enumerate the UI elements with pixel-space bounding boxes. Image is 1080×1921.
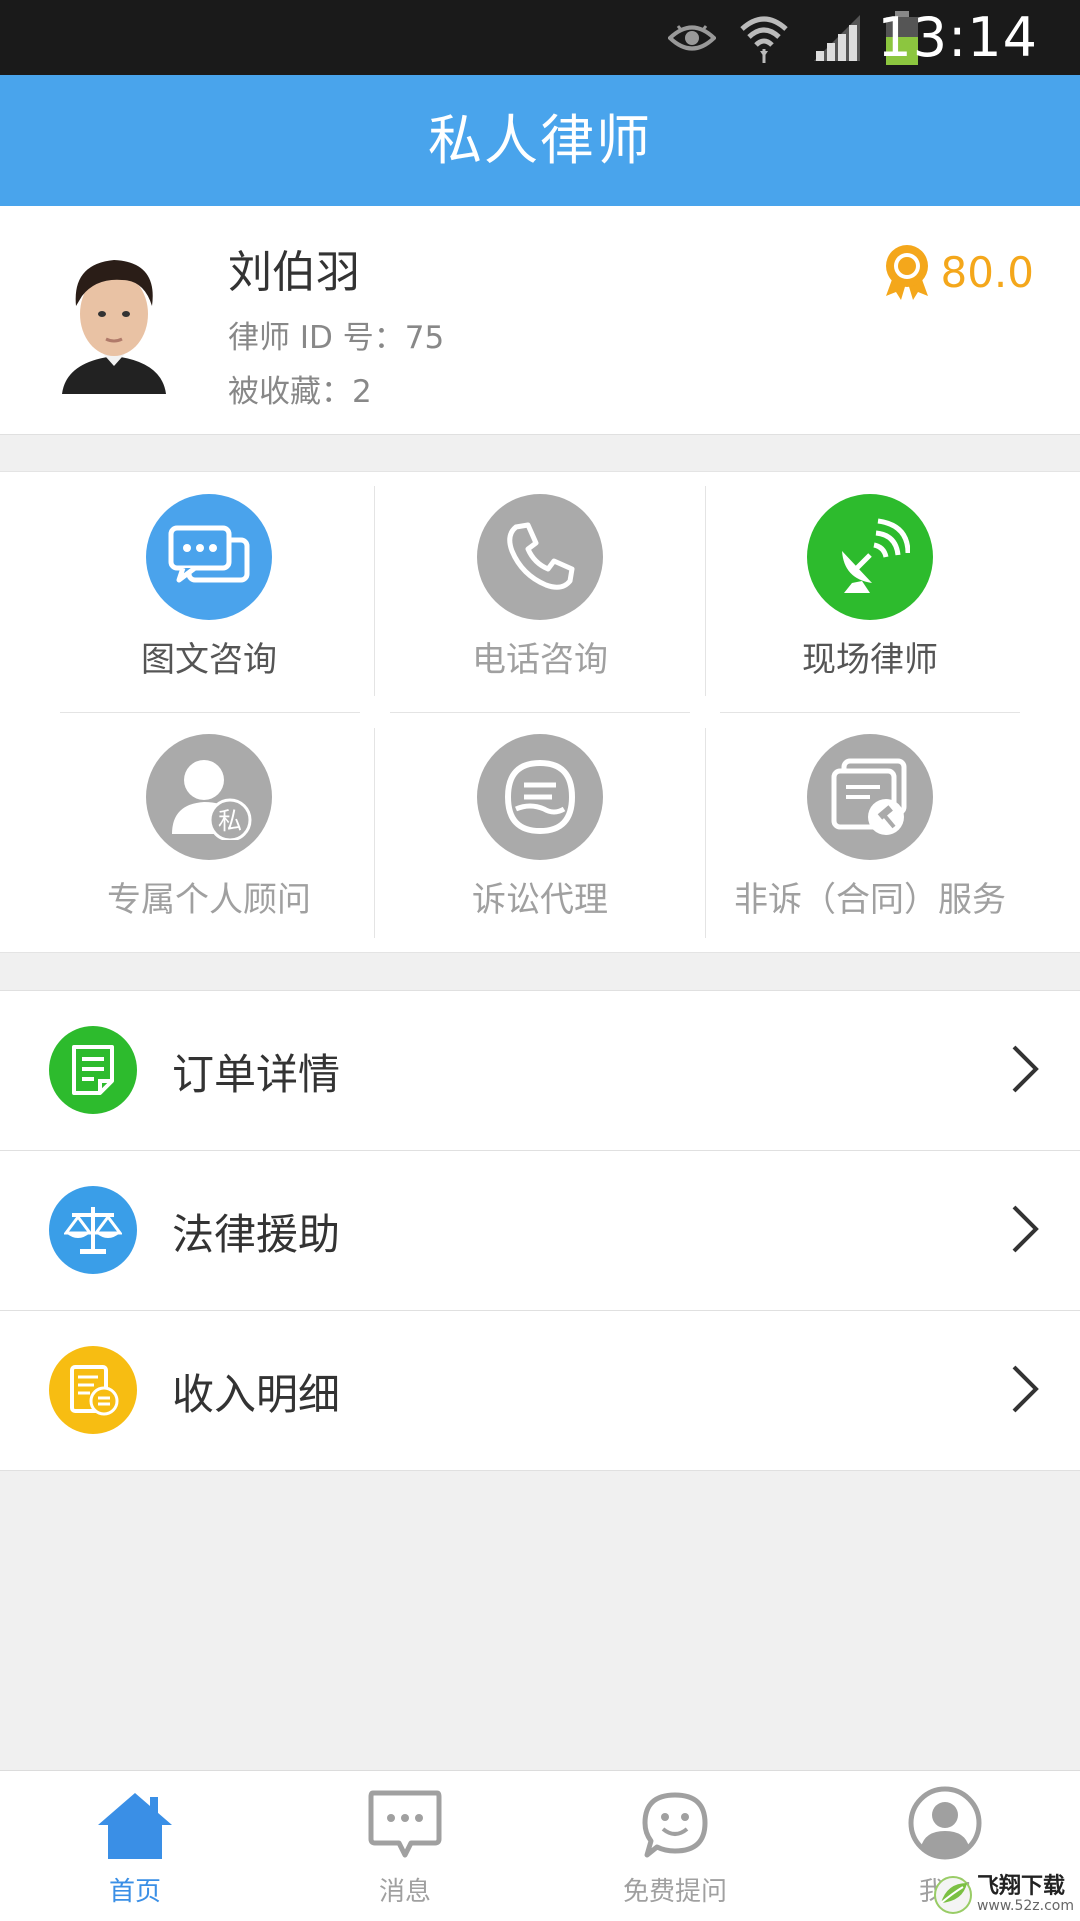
leaf-logo-icon bbox=[933, 1876, 972, 1914]
menu-label: 订单详情 bbox=[172, 1050, 341, 1099]
favorites-count: 被收藏：2 bbox=[228, 374, 372, 410]
message-icon bbox=[270, 1771, 540, 1861]
status-bar: 13:14 bbox=[0, 0, 1080, 75]
smile-chat-icon bbox=[540, 1771, 810, 1861]
service-label: 图文咨询 bbox=[141, 640, 277, 680]
svg-text:私: 私 bbox=[218, 807, 242, 835]
eye-icon bbox=[668, 24, 716, 50]
watermark: 飞翔下载 www.52z.com bbox=[933, 1875, 1074, 1915]
litigation-icon bbox=[477, 734, 603, 860]
service-litigation[interactable]: 诉讼代理 bbox=[375, 712, 705, 932]
scales-icon bbox=[49, 1186, 137, 1274]
chevron-right-icon bbox=[1012, 1365, 1039, 1413]
clock: 13:14 bbox=[877, 6, 1038, 69]
private-advisor-icon: 私 bbox=[146, 734, 272, 860]
service-label: 诉讼代理 bbox=[472, 880, 608, 920]
service-label: 专属个人顾问 bbox=[107, 880, 311, 920]
tab-label: 消息 bbox=[378, 1877, 431, 1907]
document-icon bbox=[49, 1026, 137, 1114]
service-phone-consult[interactable]: 电话咨询 bbox=[375, 472, 705, 692]
tab-messages[interactable]: 消息 bbox=[270, 1771, 540, 1921]
score-value: 80.0 bbox=[940, 247, 1034, 297]
home-icon bbox=[0, 1771, 270, 1861]
tab-label: 首页 bbox=[108, 1877, 161, 1907]
menu-item-income-details[interactable]: 收入明细 bbox=[0, 1311, 1080, 1471]
service-label: 电话咨询 bbox=[472, 640, 608, 680]
bottom-tab-bar: 首页 消息 免费提问 我的 bbox=[0, 1770, 1080, 1921]
service-label: 现场律师 bbox=[802, 640, 938, 680]
contract-gavel-icon bbox=[807, 734, 933, 860]
signal-icon bbox=[814, 14, 860, 61]
phone-icon bbox=[477, 494, 603, 620]
chat-bubbles-icon bbox=[146, 494, 272, 620]
app-header: 私人律师 bbox=[0, 75, 1080, 206]
award-medal-icon bbox=[886, 245, 929, 300]
profile-icon bbox=[810, 1771, 1080, 1861]
tab-home[interactable]: 首页 bbox=[0, 1771, 270, 1921]
page-title: 私人律师 bbox=[428, 109, 652, 172]
service-private-advisor[interactable]: 私 专属个人顾问 bbox=[44, 712, 374, 932]
service-grid: 图文咨询 电话咨询 现场律师 私 专属个人顾问 诉讼代理 非诉（合同）服务 bbox=[0, 471, 1080, 953]
menu-item-order-details[interactable]: 订单详情 bbox=[0, 991, 1080, 1151]
chevron-right-icon bbox=[1012, 1205, 1039, 1253]
menu-list: 订单详情 法律援助 收入明细 bbox=[0, 990, 1080, 1471]
wifi-icon bbox=[740, 16, 788, 63]
avatar bbox=[52, 244, 176, 394]
watermark-brand: 飞翔下载 bbox=[976, 1874, 1065, 1899]
menu-label: 法律援助 bbox=[172, 1210, 341, 1259]
profile-card[interactable]: 刘伯羽 律师 ID 号：75 被收藏：2 80.0 bbox=[0, 206, 1080, 435]
service-onsite-lawyer[interactable]: 现场律师 bbox=[705, 472, 1035, 692]
menu-item-legal-aid[interactable]: 法律援助 bbox=[0, 1151, 1080, 1311]
lawyer-name: 刘伯羽 bbox=[228, 247, 360, 298]
satellite-dish-icon bbox=[807, 494, 933, 620]
tab-label: 免费提问 bbox=[622, 1877, 727, 1907]
service-label: 非诉（合同）服务 bbox=[734, 880, 1006, 920]
service-contract[interactable]: 非诉（合同）服务 bbox=[705, 712, 1035, 932]
watermark-url: www.52z.com bbox=[976, 1898, 1074, 1914]
tab-free-question[interactable]: 免费提问 bbox=[540, 1771, 810, 1921]
income-icon bbox=[49, 1346, 137, 1434]
service-text-consult[interactable]: 图文咨询 bbox=[44, 472, 374, 692]
lawyer-id: 律师 ID 号：75 bbox=[228, 320, 445, 356]
chevron-right-icon bbox=[1012, 1045, 1039, 1093]
score-badge: 80.0 bbox=[884, 244, 1034, 300]
menu-label: 收入明细 bbox=[172, 1370, 341, 1419]
